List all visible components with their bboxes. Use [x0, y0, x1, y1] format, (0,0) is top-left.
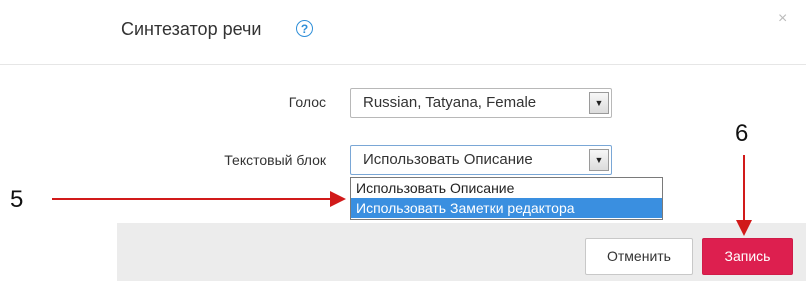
dropdown-option-editor-notes[interactable]: Использовать Заметки редактора — [351, 198, 662, 218]
speech-synthesizer-dialog: Синтезатор речи ? × Голос Russian, Tatya… — [0, 0, 806, 281]
chevron-down-icon[interactable]: ▼ — [589, 149, 609, 171]
chevron-down-icon[interactable]: ▼ — [589, 92, 609, 114]
voice-label: Голос — [288, 94, 326, 110]
text-block-select[interactable]: Использовать Описание ▼ — [350, 145, 612, 175]
annotation-marker-6: 6 — [735, 120, 749, 147]
annotation-marker-5: 5 — [10, 186, 24, 213]
dialog-header: Синтезатор речи ? × — [0, 0, 806, 65]
record-button[interactable]: Запись — [702, 238, 793, 275]
text-block-select-value: Использовать Описание — [363, 151, 533, 168]
help-icon[interactable]: ? — [296, 20, 313, 37]
close-icon[interactable]: × — [778, 10, 787, 28]
dialog-title: Синтезатор речи — [121, 19, 262, 39]
text-block-dropdown: Использовать Описание Использовать Замет… — [350, 177, 663, 220]
dropdown-option-description[interactable]: Использовать Описание — [351, 178, 662, 198]
voice-select-value: Russian, Tatyana, Female — [363, 94, 537, 111]
cancel-button[interactable]: Отменить — [585, 238, 693, 275]
text-block-label: Текстовый блок — [224, 152, 326, 168]
voice-select[interactable]: Russian, Tatyana, Female ▼ — [350, 88, 612, 118]
